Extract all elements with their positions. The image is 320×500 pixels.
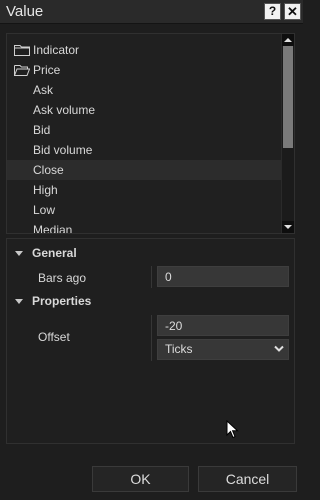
tree-item-label: High <box>33 183 58 197</box>
tree-item-bid-volume[interactable]: Bid volume <box>7 140 281 160</box>
dialog-body: Indicator Price Ask Ask volume Bid Bid v… <box>0 24 303 500</box>
tree-item-close[interactable]: Close <box>7 160 281 180</box>
cancel-button[interactable]: Cancel <box>198 466 297 492</box>
offset-input[interactable] <box>157 315 289 336</box>
tree-folder-price[interactable]: Price <box>7 60 281 80</box>
tree-item-label: Close <box>33 163 64 177</box>
bars-ago-label: Bars ago <box>38 271 87 285</box>
ok-button[interactable]: OK <box>92 466 189 492</box>
tree-item-label: Ask volume <box>33 103 96 117</box>
tree-folder-label: Indicator <box>33 43 80 57</box>
scroll-down-arrow[interactable] <box>282 221 294 233</box>
close-button[interactable]: ✕ <box>284 3 301 20</box>
title-bar: Value ? ✕ <box>0 0 303 24</box>
tree-item-label: Bid <box>33 123 51 137</box>
mouse-cursor-icon <box>226 420 239 439</box>
section-general-label: General <box>32 246 77 260</box>
chevron-down-icon <box>274 345 284 352</box>
property-grid: General Bars ago Properties Offset Ticks <box>6 238 295 444</box>
tree-folder-label: Price <box>33 63 61 77</box>
tree-item-ask[interactable]: Ask <box>7 80 281 100</box>
value-tree: Indicator Price Ask Ask volume Bid Bid v… <box>6 33 295 234</box>
offset-label: Offset <box>38 330 70 344</box>
tree-item-ask-volume[interactable]: Ask volume <box>7 100 281 120</box>
tree-item-high[interactable]: High <box>7 180 281 200</box>
collapse-caret-icon[interactable] <box>15 251 23 256</box>
tree-item-label: Bid volume <box>33 143 93 157</box>
tree-scrollbar[interactable] <box>281 34 294 233</box>
scroll-up-arrow[interactable] <box>282 34 294 46</box>
tree-folder-indicator[interactable]: Indicator <box>7 40 281 60</box>
triangle-up-icon <box>284 38 292 42</box>
section-properties-label: Properties <box>32 294 92 308</box>
window-title: Value <box>6 3 44 20</box>
tree-item-label: Ask <box>33 83 54 97</box>
tree-item-label: Low <box>33 203 56 217</box>
scroll-thumb[interactable] <box>283 46 293 148</box>
section-general[interactable]: General <box>7 242 294 264</box>
tree-item-low[interactable]: Low <box>7 200 281 220</box>
bars-ago-input[interactable] <box>157 266 289 287</box>
offset-type-value: Ticks <box>165 342 193 356</box>
folder-icon <box>14 45 30 56</box>
tree-item-median[interactable]: Median <box>7 220 281 234</box>
tree-item-label: Median <box>33 223 73 234</box>
tree-item-bid[interactable]: Bid <box>7 120 281 140</box>
help-button[interactable]: ? <box>264 3 281 20</box>
column-divider <box>151 266 152 288</box>
triangle-down-icon <box>284 225 292 229</box>
offset-type-select[interactable]: Ticks <box>157 339 289 360</box>
collapse-caret-icon[interactable] <box>15 299 23 304</box>
section-properties[interactable]: Properties <box>7 290 294 312</box>
column-divider <box>151 315 152 361</box>
folder-open-icon <box>14 65 30 76</box>
